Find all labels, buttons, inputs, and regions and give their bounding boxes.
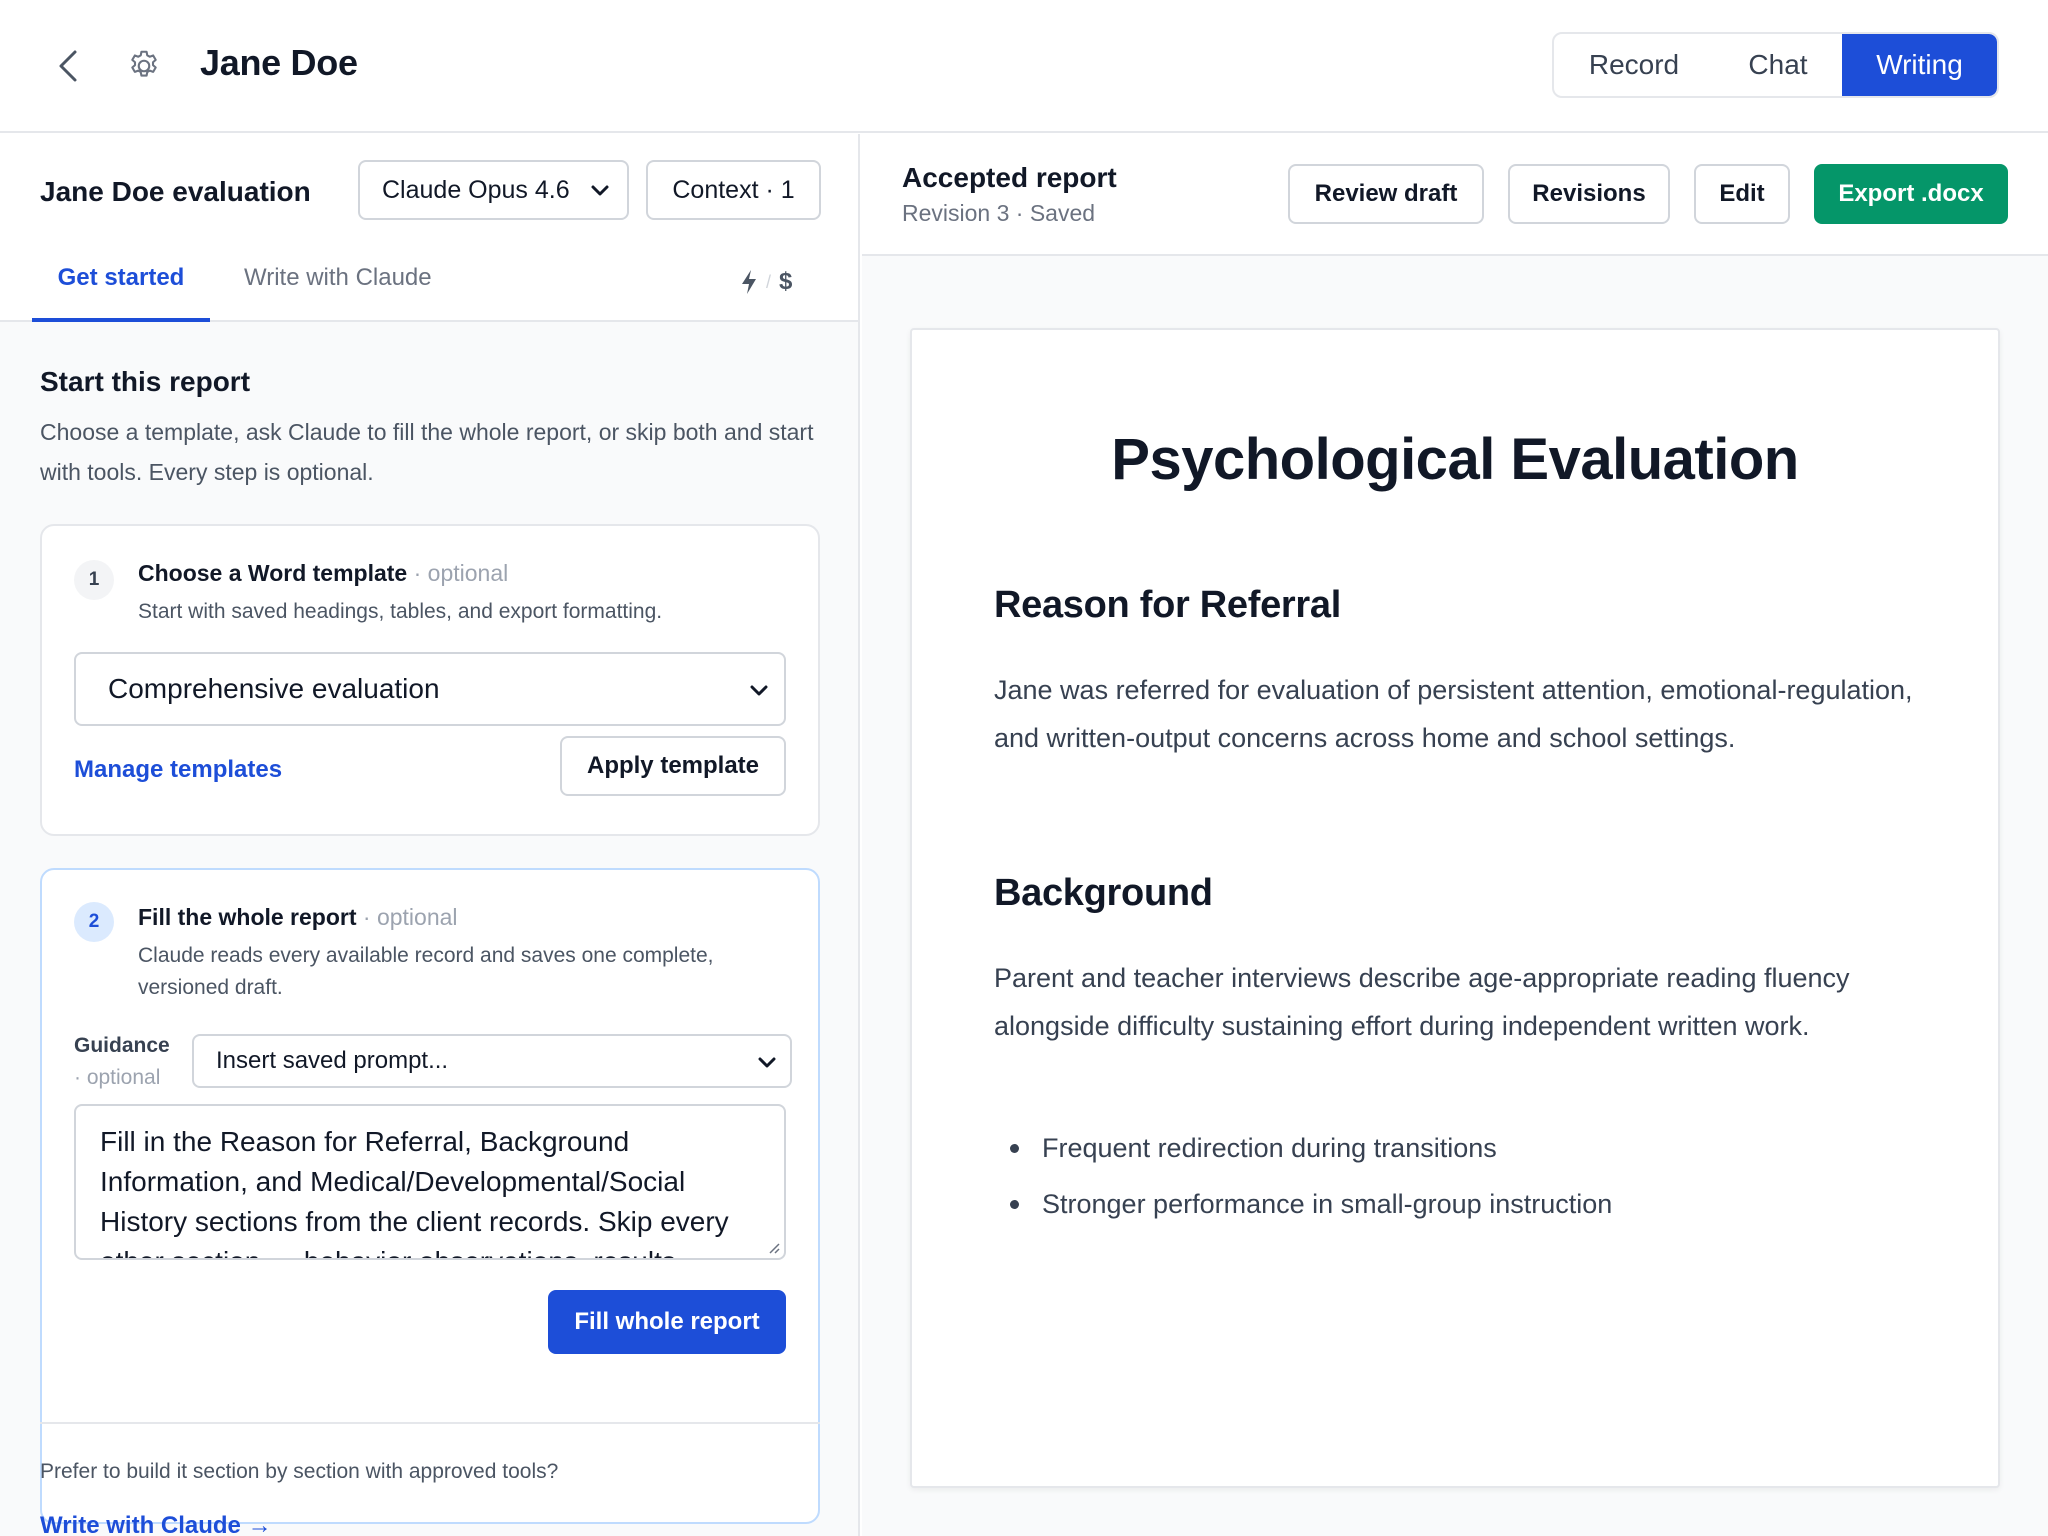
report-document: Psychological Evaluation Reason for Refe… — [910, 328, 2000, 1488]
back-button[interactable] — [48, 44, 88, 88]
revisions-button[interactable]: Revisions — [1508, 164, 1670, 224]
mode-chat-button[interactable]: Chat — [1714, 34, 1842, 96]
list-item: Stronger performance in small-group inst… — [994, 1176, 1924, 1232]
fill-step-title-text: Fill the whole report — [138, 904, 357, 930]
start-report-description: Choose a template, ask Claude to fill th… — [40, 419, 814, 485]
guidance-textarea[interactable]: Fill in the Reason for Referral, Backgro… — [74, 1104, 786, 1260]
document-title: Psychological Evaluation — [1111, 427, 1799, 492]
saved-prompt-select-value: Insert saved prompt... — [216, 1047, 449, 1074]
accepted-report-title: Accepted report — [902, 162, 1117, 193]
toggle-separator: / — [766, 271, 772, 292]
resize-handle-icon[interactable] — [766, 1240, 780, 1254]
write-with-claude-link[interactable]: Write with Claude → — [40, 1512, 272, 1536]
lightning-icon[interactable] — [740, 269, 758, 295]
model-select[interactable]: Claude Opus 4.6 — [358, 160, 629, 220]
reason-heading: Reason for Referral — [994, 584, 1341, 626]
template-select-value: Comprehensive evaluation — [108, 673, 440, 704]
context-button[interactable]: Context · 1 — [646, 160, 821, 220]
chevron-left-icon — [59, 50, 77, 82]
template-step-title: Choose a Word template · optional — [138, 560, 508, 587]
fill-step-description: Claude reads every available record and … — [138, 944, 714, 999]
mode-record-button[interactable]: Record — [1554, 34, 1714, 96]
review-draft-button[interactable]: Review draft — [1288, 164, 1484, 224]
chevron-down-icon — [750, 685, 768, 696]
manage-templates-link[interactable]: Manage templates — [74, 756, 282, 784]
export-docx-button[interactable]: Export .docx — [1814, 164, 2008, 224]
left-panel-header: Jane Doe evaluation Claude Opus 4.6 Cont… — [0, 134, 858, 322]
chevron-down-icon — [758, 1057, 776, 1068]
start-report-title: Start this report — [40, 366, 251, 397]
speed-cost-toggle[interactable]: / $ — [740, 268, 792, 296]
fill-whole-report-button[interactable]: Fill whole report — [548, 1290, 786, 1354]
edit-button[interactable]: Edit — [1694, 164, 1790, 224]
background-bullet-list: Frequent redirection during transitions … — [994, 1120, 1924, 1232]
fill-report-step-card: 2 Fill the whole report · optional Claud… — [40, 868, 820, 1524]
report-name: Jane Doe evaluation — [40, 176, 311, 207]
model-select-value: Claude Opus 4.6 — [382, 175, 570, 204]
optional-tag: · optional — [407, 560, 509, 586]
apply-template-button[interactable]: Apply template — [560, 736, 786, 796]
guidance-optional-tag: · optional — [74, 1066, 161, 1089]
guidance-textarea-value: Fill in the Reason for Referral, Backgro… — [100, 1126, 729, 1258]
mode-switch: Record Chat Writing — [1552, 32, 1999, 98]
divider — [40, 1422, 820, 1424]
saved-prompt-select[interactable]: Insert saved prompt... — [192, 1034, 792, 1088]
page-title: Jane Doe — [200, 42, 358, 83]
guidance-label: Guidance · optional — [74, 1030, 170, 1094]
fill-step-title: Fill the whole report · optional — [138, 904, 458, 931]
tab-get-started[interactable]: Get started — [32, 264, 210, 322]
left-panel: Jane Doe evaluation Claude Opus 4.6 Cont… — [0, 134, 860, 1536]
background-paragraph: Parent and teacher interviews describe a… — [994, 963, 1850, 1041]
dollar-icon[interactable]: $ — [779, 268, 792, 296]
chevron-down-icon — [591, 185, 609, 196]
template-step-description: Start with saved headings, tables, and e… — [138, 600, 663, 623]
step-number-1: 1 — [74, 560, 114, 600]
template-step-title-text: Choose a Word template — [138, 560, 408, 586]
right-panel: Accepted report Revision 3 · Saved Revie… — [862, 134, 2048, 1536]
list-item: Frequent redirection during transitions — [994, 1120, 1924, 1176]
report-header: Accepted report Revision 3 · Saved Revie… — [862, 134, 2048, 256]
template-select[interactable]: Comprehensive evaluation — [74, 652, 786, 726]
tab-write-with-claude[interactable]: Write with Claude — [244, 264, 432, 322]
background-heading: Background — [994, 872, 1213, 914]
template-step-card: 1 Choose a Word template · optional Star… — [40, 524, 820, 836]
step-number-2: 2 — [74, 902, 114, 942]
optional-tag: · optional — [356, 904, 458, 930]
prefer-section-text: Prefer to build it section by section wi… — [40, 1460, 559, 1483]
revision-status: Revision 3 · Saved — [902, 200, 1096, 226]
settings-button[interactable] — [122, 44, 166, 88]
gear-icon — [131, 50, 157, 77]
mode-writing-button[interactable]: Writing — [1842, 34, 1997, 96]
reason-paragraph: Jane was referred for evaluation of pers… — [994, 675, 1913, 753]
top-bar: Jane Doe Record Chat Writing — [0, 0, 2048, 133]
guidance-label-text: Guidance — [74, 1034, 170, 1057]
